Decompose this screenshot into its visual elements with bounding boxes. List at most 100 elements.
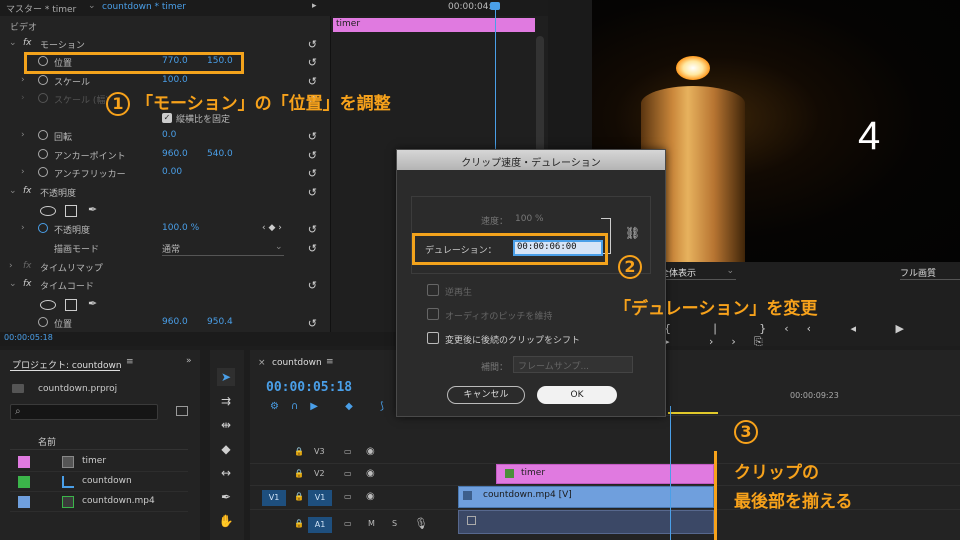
fx-icon[interactable]: fx	[23, 38, 32, 48]
panel-menu-icon[interactable]: ≡	[326, 357, 334, 367]
track-target-a1[interactable]: A1	[308, 517, 332, 533]
reset-icon[interactable]: ↺	[308, 186, 317, 199]
stopwatch-icon[interactable]	[38, 223, 48, 233]
tab-sequence[interactable]: countdown * timer	[102, 2, 186, 12]
reset-icon[interactable]: ↺	[308, 38, 317, 51]
stopwatch-icon[interactable]	[38, 149, 48, 159]
track-target-v1[interactable]: V1	[308, 490, 332, 506]
sync-lock-icon[interactable]: ▭	[344, 492, 352, 501]
reset-icon[interactable]: ↺	[308, 130, 317, 143]
reset-icon[interactable]: ↺	[308, 317, 317, 330]
mute-button[interactable]: M	[368, 519, 375, 528]
opacity-value[interactable]: 100.0 %	[162, 223, 199, 233]
lock-icon[interactable]: 🔒	[294, 469, 304, 478]
reset-icon[interactable]: ↺	[308, 279, 317, 292]
chevron-down-icon[interactable]: ⌄	[275, 242, 283, 252]
interp-select[interactable]: フレームサンプ...	[513, 356, 633, 373]
reverse-checkbox[interactable]	[427, 284, 439, 296]
source-patch-v1[interactable]: V1	[262, 490, 286, 506]
chevron-right-icon[interactable]: ›	[21, 167, 25, 177]
scale-value[interactable]: 100.0	[162, 75, 188, 85]
solo-button[interactable]: S	[392, 519, 397, 528]
selection-tool-icon[interactable]: ➤	[217, 368, 235, 386]
pen-mask-icon[interactable]: ✒	[88, 297, 97, 310]
track-select-tool-icon[interactable]: ⇉	[217, 392, 235, 410]
reset-icon[interactable]: ↺	[308, 167, 317, 180]
hand-tool-icon[interactable]: ✋	[217, 512, 235, 530]
chevron-right-icon[interactable]: ›	[21, 130, 25, 140]
chevron-down-icon[interactable]: ⌄	[88, 1, 96, 11]
eye-icon[interactable]: ◉	[366, 446, 375, 457]
pen-tool-icon[interactable]: ✒	[217, 488, 235, 506]
stopwatch-icon[interactable]	[38, 167, 48, 177]
sync-lock-icon[interactable]: ▭	[344, 519, 352, 528]
ec-playhead-handle[interactable]	[490, 2, 500, 10]
stopwatch-icon[interactable]	[38, 317, 48, 327]
clip-countdown-mp4[interactable]: countdown.mp4 [V]	[458, 486, 714, 508]
track-name[interactable]: V2	[314, 469, 325, 478]
zoom-select[interactable]: 全体表示 ⌄	[660, 266, 736, 280]
work-area-bar[interactable]	[668, 412, 718, 414]
lock-icon[interactable]: 🔒	[294, 492, 304, 501]
stopwatch-icon[interactable]	[38, 75, 48, 85]
fx-icon[interactable]: fx	[23, 186, 32, 196]
transport-controls[interactable]: { ❘ }‹‹ ◂ ▶ ▸ ››⎘	[664, 322, 960, 349]
rect-mask-icon[interactable]	[65, 205, 77, 217]
ec-clip-timer[interactable]: timer	[333, 18, 535, 32]
timeline-playhead-line[interactable]	[670, 406, 671, 540]
column-name-header[interactable]: 名前	[38, 435, 56, 448]
sync-lock-icon[interactable]: ▭	[344, 469, 352, 478]
project-search-input[interactable]: ⌕	[10, 404, 158, 420]
ellipse-mask-icon[interactable]	[40, 300, 56, 310]
ripple-checkbox[interactable]	[427, 332, 439, 344]
ellipse-mask-icon[interactable]	[40, 206, 56, 216]
ok-button[interactable]: OK	[537, 386, 617, 404]
list-item[interactable]: timer	[10, 452, 188, 472]
list-item[interactable]: countdown.mp4	[10, 492, 188, 512]
eye-icon[interactable]: ◉	[366, 491, 375, 502]
chevron-down-icon[interactable]: ⌄	[9, 38, 17, 48]
flicker-value[interactable]: 0.00	[162, 167, 182, 177]
track-name[interactable]: V3	[314, 447, 325, 456]
chevron-right-icon[interactable]: ›	[21, 223, 25, 233]
link-icon[interactable]: ⛓	[625, 226, 640, 240]
reset-icon[interactable]: ↺	[308, 56, 317, 69]
anchor-x[interactable]: 960.0	[162, 149, 188, 159]
reset-icon[interactable]: ↺	[308, 223, 317, 236]
anchor-y[interactable]: 540.0	[207, 149, 233, 159]
quality-select[interactable]: フル画質	[900, 266, 960, 280]
eye-icon[interactable]: ◉	[366, 468, 375, 479]
razor-tool-icon[interactable]: ◆	[217, 440, 235, 458]
fx-icon[interactable]: fx	[23, 279, 32, 289]
timeline-tab[interactable]: countdown	[272, 358, 322, 368]
panel-menu-icon[interactable]: ▸	[312, 1, 317, 11]
close-icon[interactable]: ×	[258, 358, 266, 368]
timeline-timecode[interactable]: 00:00:05:18	[266, 380, 352, 395]
reset-icon[interactable]: ↺	[308, 149, 317, 162]
tab-master[interactable]: マスター * timer	[6, 2, 76, 15]
keyframe-nav-icon[interactable]: ‹ ◆ ›	[262, 223, 282, 233]
stopwatch-icon[interactable]	[38, 130, 48, 140]
pitch-checkbox[interactable]	[427, 308, 439, 320]
cancel-button[interactable]: キャンセル	[447, 386, 525, 404]
rect-mask-icon[interactable]	[65, 299, 77, 311]
clip-timer[interactable]: timer	[496, 464, 714, 484]
panel-expand-icon[interactable]: »	[186, 356, 192, 366]
lock-icon[interactable]: 🔒	[294, 447, 304, 456]
sync-lock-icon[interactable]: ▭	[344, 447, 352, 456]
slip-tool-icon[interactable]: ↔	[217, 464, 235, 482]
chevron-right-icon[interactable]: ›	[21, 93, 25, 103]
reset-icon[interactable]: ↺	[308, 75, 317, 88]
chevron-down-icon[interactable]: ⌄	[9, 279, 17, 289]
tc-position-x[interactable]: 960.0	[162, 317, 188, 327]
blend-mode-select[interactable]: 通常	[162, 242, 284, 256]
new-bin-icon[interactable]	[176, 406, 188, 416]
list-item[interactable]: countdown	[10, 472, 188, 492]
chevron-right-icon[interactable]: ›	[9, 261, 13, 271]
tc-position-y[interactable]: 950.4	[207, 317, 233, 327]
reset-icon[interactable]: ↺	[308, 242, 317, 255]
ripple-edit-tool-icon[interactable]: ⇹	[217, 416, 235, 434]
microphone-icon[interactable]: 🎙	[414, 517, 428, 530]
panel-menu-icon[interactable]: ≡	[126, 357, 134, 367]
chevron-down-icon[interactable]: ⌄	[9, 186, 17, 196]
